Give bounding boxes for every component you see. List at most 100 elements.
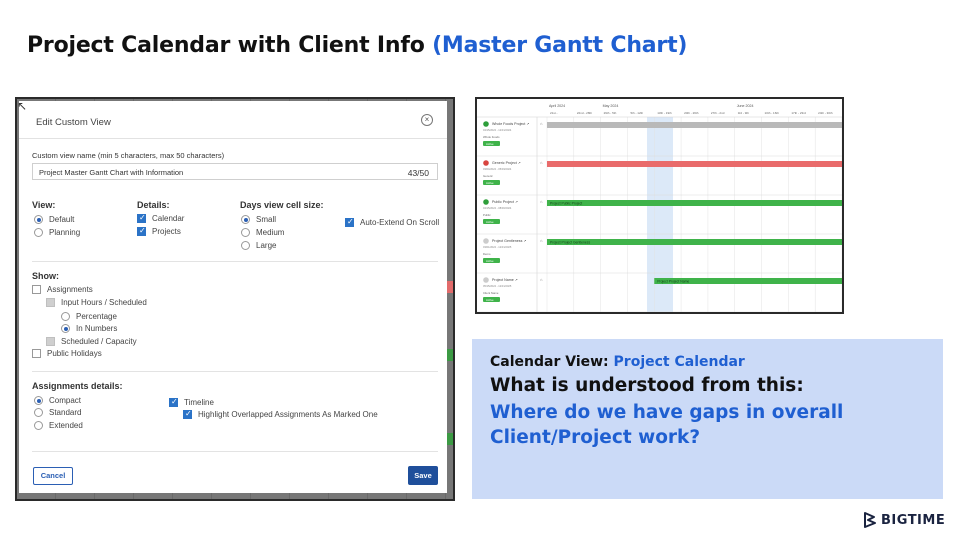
- checkbox-icon[interactable]: [137, 213, 146, 223]
- show-assignments-checkbox[interactable]: Assignments: [32, 285, 93, 294]
- calendar-view-line: Calendar View: Project Calendar: [490, 354, 745, 370]
- week-label: 5th - 12th: [630, 111, 643, 115]
- cancel-button[interactable]: Cancel: [33, 467, 73, 485]
- week-label: 13th - 19th: [657, 111, 672, 115]
- close-icon[interactable]: ×: [421, 114, 433, 126]
- view-option-default[interactable]: Default: [34, 215, 74, 224]
- month-label: April 2024: [549, 104, 565, 108]
- gantt-bar: [547, 161, 842, 167]
- client-name: Public: [483, 213, 491, 217]
- status-dot: [483, 160, 489, 166]
- radio-icon[interactable]: [34, 421, 43, 430]
- highlight-overlapped-checkbox[interactable]: Highlight Overlapped Assignments As Mark…: [183, 409, 378, 419]
- radio-icon[interactable]: [241, 215, 250, 224]
- project-dates: 03/04/2024 - 05/03/2024: [483, 167, 512, 171]
- view-option-planning[interactable]: Planning: [34, 228, 80, 237]
- bigtime-logo: BIGTIME: [863, 512, 945, 528]
- project-name: Project Gentleness ↗: [492, 239, 526, 243]
- assignments-extended[interactable]: Extended: [34, 421, 83, 430]
- checkbox-icon[interactable]: [183, 409, 192, 419]
- assignments-standard[interactable]: Standard: [34, 408, 81, 417]
- checkbox-icon[interactable]: [169, 397, 178, 407]
- slide-title: Project Calendar with Client Info (Maste…: [27, 33, 687, 58]
- radio-icon[interactable]: [34, 215, 43, 224]
- days-cell-size-heading: Days view cell size:: [240, 200, 324, 210]
- cell-size-medium[interactable]: Medium: [241, 228, 284, 237]
- cell-size-small[interactable]: Small: [241, 215, 276, 224]
- show-scheduled-capacity-checkbox[interactable]: Scheduled / Capacity: [46, 337, 137, 346]
- timeline-checkbox[interactable]: Timeline: [169, 397, 214, 407]
- divider: [32, 451, 438, 452]
- save-button[interactable]: Save: [408, 466, 438, 485]
- checkbox-icon[interactable]: [46, 337, 55, 346]
- project-name: Public Project ↗: [492, 200, 518, 204]
- week-label: 21st -: [550, 111, 558, 115]
- title-main: Project Calendar with Client Info: [27, 33, 425, 58]
- details-heading: Details:: [137, 200, 170, 210]
- view-heading: View:: [32, 200, 56, 210]
- month-label: May 2024: [603, 104, 619, 108]
- divider: [32, 261, 438, 262]
- view-name-value: Project Master Gantt Chart with Informat…: [39, 168, 184, 177]
- project-dates: 05/15/2024 - 12/31/2025: [483, 284, 512, 288]
- status-dot: [483, 238, 489, 244]
- radio-icon[interactable]: [241, 228, 250, 237]
- view-name-input[interactable]: Project Master Gantt Chart with Informat…: [32, 163, 438, 180]
- active-badge-label: Active: [486, 142, 494, 146]
- checkbox-icon[interactable]: [32, 285, 41, 294]
- slide: Project Calendar with Client Info (Maste…: [0, 0, 960, 540]
- gantt-bar-label: Project Project Name: [657, 279, 689, 283]
- checkbox-icon[interactable]: [345, 217, 354, 227]
- name-label: Custom view name (min 5 characters, max …: [32, 151, 225, 160]
- gantt-bar: [547, 239, 842, 245]
- radio-icon[interactable]: [61, 312, 70, 321]
- client-name: Generic: [483, 174, 493, 178]
- radio-icon[interactable]: [34, 396, 43, 405]
- gantt-bar: [547, 122, 842, 128]
- checkbox-icon[interactable]: [32, 349, 41, 358]
- active-badge-label: Active: [486, 220, 494, 224]
- logo-text: BIGTIME: [881, 512, 946, 528]
- show-input-hours-checkbox[interactable]: Input Hours / Scheduled: [46, 298, 147, 307]
- status-dot: [483, 277, 489, 283]
- checkbox-icon[interactable]: [46, 298, 55, 307]
- project-name: Generic Project ↗: [492, 161, 521, 165]
- gantt-bar: [547, 200, 842, 206]
- project-dates: 04/15/2024 - 08/30/2024: [483, 206, 512, 210]
- week-label: 3rd - 9th: [738, 111, 750, 115]
- auto-extend-checkbox[interactable]: Auto-Extend On Scroll: [345, 217, 439, 227]
- dialog-screenshot: ↖ Edit Custom View × Custom view name (m…: [15, 97, 455, 501]
- cell-size-large[interactable]: Large: [241, 241, 276, 250]
- show-percentage-radio[interactable]: Percentage: [61, 312, 117, 321]
- status-dot: [483, 121, 489, 127]
- radio-icon[interactable]: [241, 241, 250, 250]
- checkbox-icon[interactable]: [137, 226, 146, 236]
- edit-custom-view-dialog: ↖ Edit Custom View × Custom view name (m…: [17, 99, 447, 493]
- question-line: What is understood from this:: [490, 375, 804, 396]
- week-label: 10th - 16th: [765, 111, 780, 115]
- project-name: Whole Foods Project ↗: [492, 122, 529, 126]
- radio-icon[interactable]: [34, 228, 43, 237]
- client-name: Demo: [483, 252, 491, 256]
- assignments-compact[interactable]: Compact: [34, 396, 81, 405]
- dialog-header: ↖ Edit Custom View ×: [17, 99, 447, 139]
- week-label: 24th - 30th: [818, 111, 833, 115]
- radio-icon[interactable]: [61, 324, 70, 333]
- gantt-screenshot: Whole Foods Project ↗ 04/15/2024 - 12/31/…: [475, 97, 844, 314]
- client-name: Client Name: [483, 291, 499, 295]
- active-badge-label: Active: [486, 181, 494, 185]
- radio-icon[interactable]: [34, 408, 43, 417]
- month-label: June 2024: [737, 104, 754, 108]
- gantt-header: April 2024 May 2024 June 2024 21st - 22nd -…: [477, 99, 842, 118]
- answer-line: Where do we have gaps in overall Client/…: [490, 402, 844, 448]
- details-projects-checkbox[interactable]: Projects: [137, 226, 181, 236]
- character-count: 43/50: [407, 168, 429, 178]
- gantt-bar-label: Project Public Project: [550, 201, 582, 205]
- week-label: 29th - 5th: [604, 111, 617, 115]
- show-public-holidays-checkbox[interactable]: Public Holidays: [32, 349, 102, 358]
- show-in-numbers-radio[interactable]: In Numbers: [61, 324, 117, 333]
- gantt-chart: Whole Foods Project ↗ 04/15/2024 - 12/31/…: [477, 99, 842, 312]
- bigtime-logo-icon: [864, 512, 876, 528]
- details-calendar-checkbox[interactable]: Calendar: [137, 213, 184, 223]
- assignments-details-heading: Assignments details:: [32, 381, 123, 391]
